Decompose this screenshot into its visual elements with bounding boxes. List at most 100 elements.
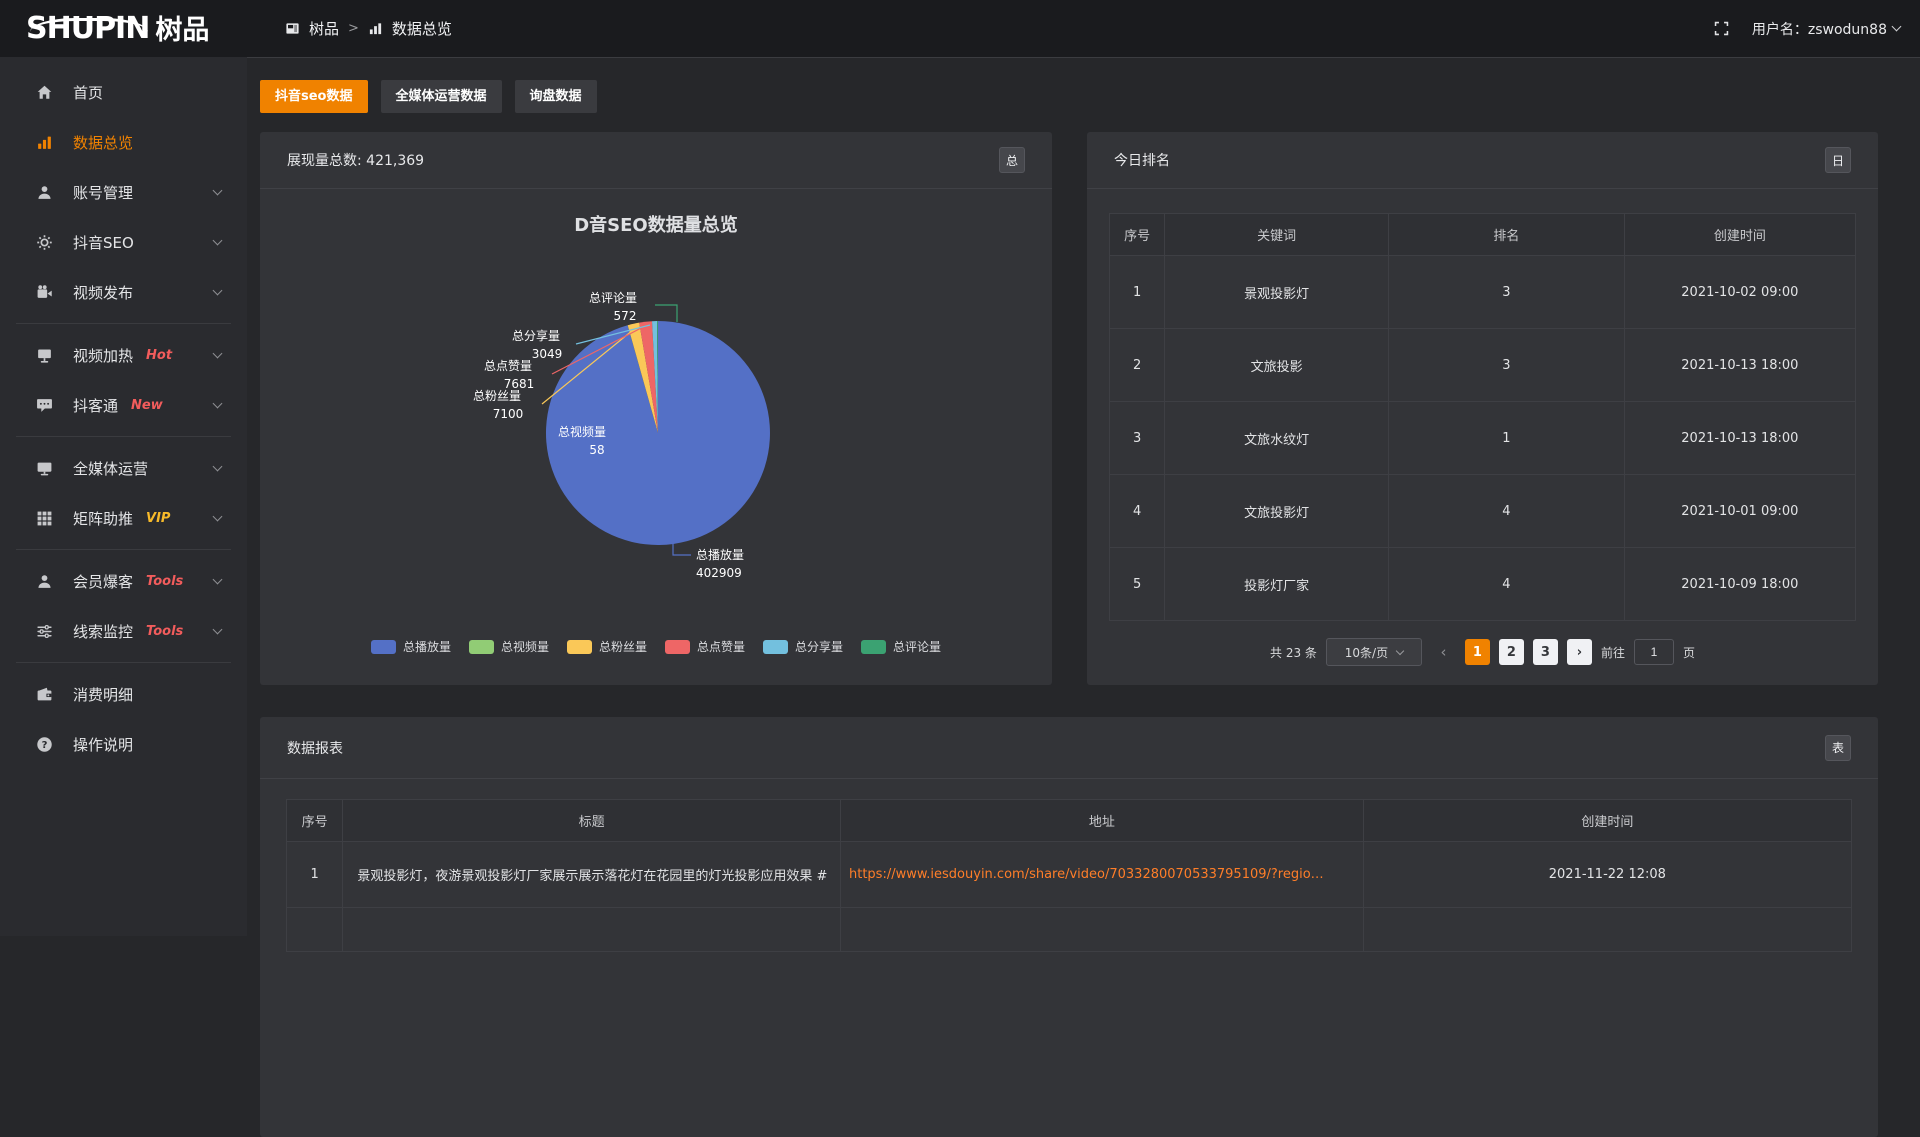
user-icon: [36, 184, 54, 201]
sidebar-item-label: 消费明细: [73, 684, 133, 705]
cell-index: 1: [1110, 256, 1165, 329]
legend-swatch: [763, 640, 788, 654]
pie-label: 3049: [532, 347, 563, 361]
help-icon: ?: [36, 736, 54, 753]
legend-item[interactable]: 总分享量: [763, 638, 843, 655]
sidebar-item-video-heat[interactable]: 视频加热 Hot: [0, 330, 247, 380]
pie-label: 总评论量: [589, 291, 637, 305]
cell-created: 2021-10-13 18:00: [1624, 329, 1855, 402]
legend-item[interactable]: 总播放量: [371, 638, 451, 655]
chevron-down-icon: [213, 575, 223, 585]
tab-all-media-data[interactable]: 全媒体运营数据: [381, 80, 502, 113]
page-size-select[interactable]: 10条/页: [1326, 638, 1422, 666]
cell-index: 3: [1110, 402, 1165, 475]
cell-created: 2021-10-02 09:00: [1624, 256, 1855, 329]
cell-keyword: 文旅水纹灯: [1165, 402, 1389, 475]
cell-created: [1363, 908, 1851, 952]
cell-created: 2021-10-09 18:00: [1624, 548, 1855, 621]
legend-item[interactable]: 总点赞量: [665, 638, 745, 655]
grid-icon: [36, 510, 54, 527]
sidebar-divider: [16, 549, 231, 550]
pie-label: 总分享量: [512, 328, 560, 343]
pie-label: 402909: [696, 566, 742, 580]
data-tabs: 抖音seo数据 全媒体运营数据 询盘数据: [260, 80, 597, 113]
day-toggle-button[interactable]: 日: [1825, 147, 1851, 173]
table-row: 2 文旅投影 3 2021-10-13 18:00: [1110, 329, 1856, 402]
sidebar-item-home[interactable]: 首页: [0, 67, 247, 117]
cell-index: 5: [1110, 548, 1165, 621]
total-toggle-button[interactable]: 总: [999, 147, 1025, 173]
page-size-value: 10条/页: [1345, 644, 1388, 661]
sidebar-item-douketong[interactable]: 抖客通 New: [0, 380, 247, 430]
report-card-title: 数据报表: [287, 738, 343, 758]
breadcrumb: 树品 > 数据总览: [285, 18, 452, 39]
fullscreen-icon[interactable]: [1713, 20, 1730, 37]
sidebar-item-matrix-boost[interactable]: 矩阵助推 VIP: [0, 493, 247, 543]
sliders-icon: [36, 623, 54, 640]
column-header-keyword: 关键词: [1165, 214, 1389, 256]
sidebar-item-douyin-seo[interactable]: 抖音SEO: [0, 217, 247, 267]
goto-unit: 页: [1683, 644, 1695, 661]
page-button-3[interactable]: 3: [1533, 639, 1558, 665]
tab-douyin-seo-data[interactable]: 抖音seo数据: [260, 80, 368, 113]
sidebar: 首页 数据总览 账号管理 抖音SEO 视频发布 视频加热 Hot: [0, 57, 247, 936]
goto-page-input[interactable]: [1634, 639, 1674, 665]
pagination-total: 共 23 条: [1270, 644, 1317, 661]
ranking-card-title: 今日排名: [1114, 150, 1170, 170]
pie-label: 7681: [504, 377, 535, 391]
sidebar-item-label: 抖音SEO: [73, 232, 134, 253]
app-logo: SHUPIN 树品: [0, 14, 247, 44]
sidebar-item-label: 抖客通: [73, 395, 118, 416]
sidebar-item-consumption-detail[interactable]: 消费明细: [0, 669, 247, 719]
cell-keyword: 文旅投影: [1165, 329, 1389, 402]
page-button-1[interactable]: 1: [1465, 639, 1490, 665]
pie-label: 7100: [493, 407, 524, 421]
chevron-down-icon: [213, 462, 223, 472]
tab-inquiry-data[interactable]: 询盘数据: [515, 80, 597, 113]
chart-title: D音SEO数据量总览: [574, 214, 738, 236]
sidebar-item-all-media[interactable]: 全媒体运营: [0, 443, 247, 493]
legend-label: 总粉丝量: [599, 638, 647, 655]
sidebar-item-label: 线索监控: [73, 621, 133, 642]
report-table: 序号 标题 地址 创建时间 1 景观投影灯，夜游景观投影灯厂家展示展示落花灯在花…: [286, 799, 1852, 952]
breadcrumb-home[interactable]: 树品: [309, 18, 339, 39]
legend-item[interactable]: 总视频量: [469, 638, 549, 655]
legend-label: 总点赞量: [697, 638, 745, 655]
label-line: [655, 305, 677, 322]
cell-rank: 4: [1389, 548, 1625, 621]
chevron-down-icon: [1396, 646, 1404, 654]
breadcrumb-current[interactable]: 数据总览: [392, 18, 452, 39]
cell-keyword: 文旅投影灯: [1165, 475, 1389, 548]
table-toggle-button[interactable]: 表: [1825, 735, 1851, 761]
sidebar-item-label: 会员爆客: [73, 571, 133, 592]
legend-item[interactable]: 总评论量: [861, 638, 941, 655]
sidebar-item-video-publish[interactable]: 视频发布: [0, 267, 247, 317]
sidebar-item-member-baoke[interactable]: 会员爆客 Tools: [0, 556, 247, 606]
column-header-title: 标题: [343, 800, 841, 842]
new-badge: New: [131, 398, 163, 413]
legend-item[interactable]: 总粉丝量: [567, 638, 647, 655]
chevron-down-icon: [213, 399, 223, 409]
sidebar-item-lead-monitor[interactable]: 线索监控 Tools: [0, 606, 247, 656]
cell-index: [287, 908, 343, 952]
bar-chart-icon: [36, 134, 54, 151]
cell-rank: 3: [1389, 329, 1625, 402]
cell-index: 1: [287, 842, 343, 908]
user-menu[interactable]: 用户名：zswodun88: [1752, 19, 1900, 39]
next-page-button[interactable]: ›: [1567, 639, 1592, 665]
chevron-down-icon: [213, 186, 223, 196]
sidebar-item-instructions[interactable]: ? 操作说明: [0, 719, 247, 769]
pie-label: 58: [589, 443, 604, 457]
page-button-2[interactable]: 2: [1499, 639, 1524, 665]
sidebar-divider: [16, 662, 231, 663]
prev-page-button[interactable]: ‹: [1431, 639, 1456, 665]
video-link[interactable]: https://www.iesdouyin.com/share/video/70…: [849, 867, 1324, 882]
sidebar-item-data-overview[interactable]: 数据总览: [0, 117, 247, 167]
tools-badge: Tools: [146, 624, 183, 639]
legend-label: 总视频量: [501, 638, 549, 655]
home-icon: [36, 84, 54, 101]
monitor-icon: [36, 460, 54, 477]
cell-index: 4: [1110, 475, 1165, 548]
chat-bubble-icon: [36, 397, 54, 414]
sidebar-item-account[interactable]: 账号管理: [0, 167, 247, 217]
